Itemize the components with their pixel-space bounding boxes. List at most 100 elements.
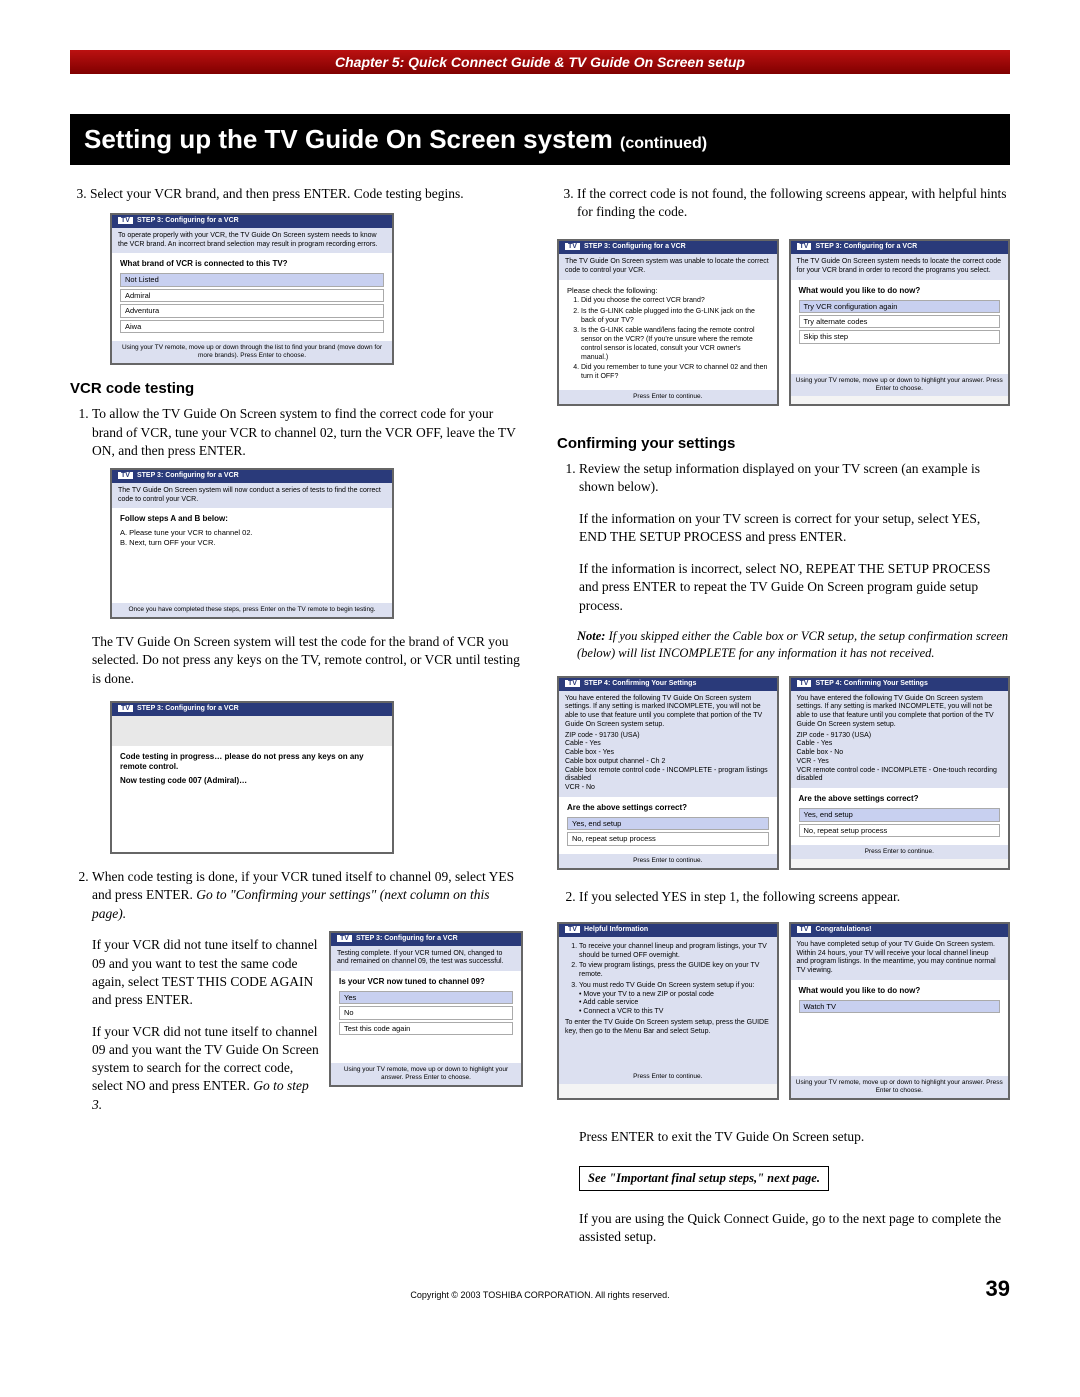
ss2-b: B. Next, turn OFF your VCR. xyxy=(120,538,384,547)
ss6b-l3: VCR - Yes xyxy=(797,758,1003,767)
ss4-no: No xyxy=(339,1006,513,1019)
ss7a-c3c: • Connect a VCR to this TV xyxy=(579,1008,771,1017)
ss3-title: STEP 3: Configuring for a VCR xyxy=(137,705,239,712)
ss6b-title: STEP 4: Confirming Your Settings xyxy=(815,680,927,687)
ss5a-q: Please check the following: xyxy=(567,286,769,295)
note-block: Note: If you skipped either the Cable bo… xyxy=(577,628,1010,662)
p-quick-connect: If you are using the Quick Connect Guide… xyxy=(579,1210,1010,1246)
ss6b-q: Are the above settings correct? xyxy=(799,794,1001,804)
right-column: If the correct code is not found, the fo… xyxy=(557,185,1010,1260)
ss5b-note: The TV Guide On Screen system needs to l… xyxy=(791,254,1009,280)
screenshot-check: TVSTEP 3: Configuring for a VCR The TV G… xyxy=(557,239,779,406)
c1b-text: If the information on your TV screen is … xyxy=(579,510,1010,546)
callout-final-steps: See "Important final setup steps," next … xyxy=(579,1166,829,1191)
p-press-enter: Press ENTER to exit the TV Guide On Scre… xyxy=(579,1128,1010,1146)
page-title: Setting up the TV Guide On Screen system… xyxy=(70,114,1010,165)
ss2-note: The TV Guide On Screen system will now c… xyxy=(112,483,392,509)
ss6a-l5: VCR - No xyxy=(565,784,771,793)
confirm-step-1: Review the setup information displayed o… xyxy=(579,460,1010,615)
ss7a-title: Helpful Information xyxy=(584,926,648,933)
ss6b-l4: VCR remote control code - INCOMPLETE - O… xyxy=(797,767,1003,785)
ss6a-o1: Yes, end setup xyxy=(567,817,769,830)
ss7a-c4: To enter the TV Guide On Screen system s… xyxy=(565,1019,771,1037)
ss6a-title: STEP 4: Confirming Your Settings xyxy=(584,680,696,687)
ss6a-l2: Cable box - Yes xyxy=(565,749,771,758)
ss7a-c3b: • Add cable service xyxy=(579,999,771,1008)
heading-vcr-testing: VCR code testing xyxy=(70,379,523,399)
ss6a-note: You have entered the following TV Guide … xyxy=(559,691,777,797)
ss5a-title: STEP 3: Configuring for a VCR xyxy=(584,243,686,250)
screenshot-confirm-b: TVSTEP 4: Confirming Your Settings You h… xyxy=(789,676,1011,870)
ss6b-foot: Press Enter to continue. xyxy=(791,845,1009,859)
c1c-text: If the information is incorrect, select … xyxy=(579,560,1010,615)
ss1-opt-aiwa: Aiwa xyxy=(120,320,384,333)
title-continued: (continued) xyxy=(620,135,707,152)
heading-confirm: Confirming your settings xyxy=(557,434,1010,454)
ss6a-foot: Press Enter to continue. xyxy=(559,854,777,868)
ss6b-l1: Cable - Yes xyxy=(797,740,1003,749)
ss6b-l0: ZIP code - 91730 (USA) xyxy=(797,732,1003,741)
ss1-note: To operate properly with your VCR, the T… xyxy=(112,228,392,254)
note-text: If you skipped either the Cable box or V… xyxy=(577,629,1008,660)
ss7b-foot: Using your TV remote, move up or down to… xyxy=(791,1076,1009,1098)
ss4-note: Testing complete. If your VCR turned ON,… xyxy=(331,946,521,972)
ss5a-note: The TV Guide On Screen system was unable… xyxy=(559,254,777,280)
screenshot-confirm-a: TVSTEP 4: Confirming Your Settings You h… xyxy=(557,676,779,870)
confirm-step-2: If you selected YES in step 1, the follo… xyxy=(579,888,1010,906)
copyright: Copyright © 2003 TOSHIBA CORPORATION. Al… xyxy=(410,1290,669,1300)
screenshot-helpful: TVHelpful Information To receive your ch… xyxy=(557,922,779,1100)
ss5a-c3: Is the G-LINK cable wand/lens facing the… xyxy=(581,327,769,362)
ss5a-c1: Did you choose the correct VCR brand? xyxy=(581,297,769,306)
ss6a-l4: Cable box remote control code - INCOMPLE… xyxy=(565,767,771,785)
ss6a-l1: Cable - Yes xyxy=(565,740,771,749)
ss5b-title: STEP 3: Configuring for a VCR xyxy=(815,243,917,250)
screenshot-testing-progress: TVSTEP 3: Configuring for a VCR Code tes… xyxy=(110,701,394,854)
ss6b-note: You have entered the following TV Guide … xyxy=(791,691,1009,789)
ss5a-c4: Did you remember to tune your VCR to cha… xyxy=(581,364,769,382)
vcr-step-2: When code testing is done, if your VCR t… xyxy=(92,868,523,923)
ss7a-c2: To view program listings, press the GUID… xyxy=(579,962,771,980)
ss1-opt-adventura: Adventura xyxy=(120,304,384,317)
ss7a-c1: To receive your channel lineup and progr… xyxy=(579,943,771,961)
ss1-opt-notlisted: Not Listed xyxy=(120,273,384,286)
ss6a-l0: ZIP code - 91730 (USA) xyxy=(565,732,771,741)
screenshot-follow-steps: TVSTEP 3: Configuring for a VCR The TV G… xyxy=(110,468,394,619)
ss4-title: STEP 3: Configuring for a VCR xyxy=(356,935,458,942)
ss3-line2: Now testing code 007 (Admiral)… xyxy=(120,776,384,786)
ss7a-c3a: • Move your TV to a new ZIP or postal co… xyxy=(579,991,771,1000)
ss2-question: Follow steps A and B below: xyxy=(120,514,384,524)
ss6b-l2: Cable box - No xyxy=(797,749,1003,758)
ss1-foot: Using your TV remote, move up or down th… xyxy=(112,341,392,363)
p-test-code: The TV Guide On Screen system will test … xyxy=(92,633,523,688)
ss6a-o2: No, repeat setup process xyxy=(567,832,769,845)
ss4-test-again: Test this code again xyxy=(339,1022,513,1035)
ss2-title: STEP 3: Configuring for a VCR xyxy=(137,472,239,479)
ss6b-o1: Yes, end setup xyxy=(799,808,1001,821)
ss5b-q: What would you like to do now? xyxy=(799,286,1001,296)
right-step-3: If the correct code is not found, the fo… xyxy=(577,185,1010,221)
ss6b-o2: No, repeat setup process xyxy=(799,824,1001,837)
ss1-question: What brand of VCR is connected to this T… xyxy=(120,259,384,269)
note-label: Note: xyxy=(577,629,605,643)
page-number: 39 xyxy=(986,1276,1010,1302)
chapter-banner: Chapter 5: Quick Connect Guide & TV Guid… xyxy=(70,50,1010,74)
ss5a-foot: Press Enter to continue. xyxy=(559,390,777,404)
left-column: Select your VCR brand, and then press EN… xyxy=(70,185,523,1260)
ss7b-q: What would you like to do now? xyxy=(799,986,1001,996)
ss5b-o2: Try alternate codes xyxy=(799,315,1001,328)
ss3-line1: Code testing in progress… please do not … xyxy=(120,752,384,772)
ss7a-body: To receive your channel lineup and progr… xyxy=(559,937,777,1071)
ss5b-o1: Try VCR configuration again xyxy=(799,300,1001,313)
ss4-foot: Using your TV remote, move up or down to… xyxy=(331,1063,521,1085)
left-step-3: Select your VCR brand, and then press EN… xyxy=(90,185,523,203)
title-main: Setting up the TV Guide On Screen system xyxy=(84,124,613,154)
ss1-opt-admiral: Admiral xyxy=(120,289,384,302)
screenshot-vcr-brand: TVSTEP 3: Configuring for a VCR To opera… xyxy=(110,213,394,365)
ss4-q: Is your VCR now tuned to channel 09? xyxy=(339,977,513,987)
ss7b-title: Congratulations! xyxy=(815,926,871,933)
ss7a-foot: Press Enter to continue. xyxy=(559,1070,777,1084)
ss6a-q: Are the above settings correct? xyxy=(567,803,769,813)
ss5a-c2: Is the G-LINK cable plugged into the G-L… xyxy=(581,308,769,326)
ss7a-c3: You must redo TV Guide On Screen system … xyxy=(579,982,771,1017)
ss2-foot: Once you have completed these steps, pre… xyxy=(112,603,392,617)
